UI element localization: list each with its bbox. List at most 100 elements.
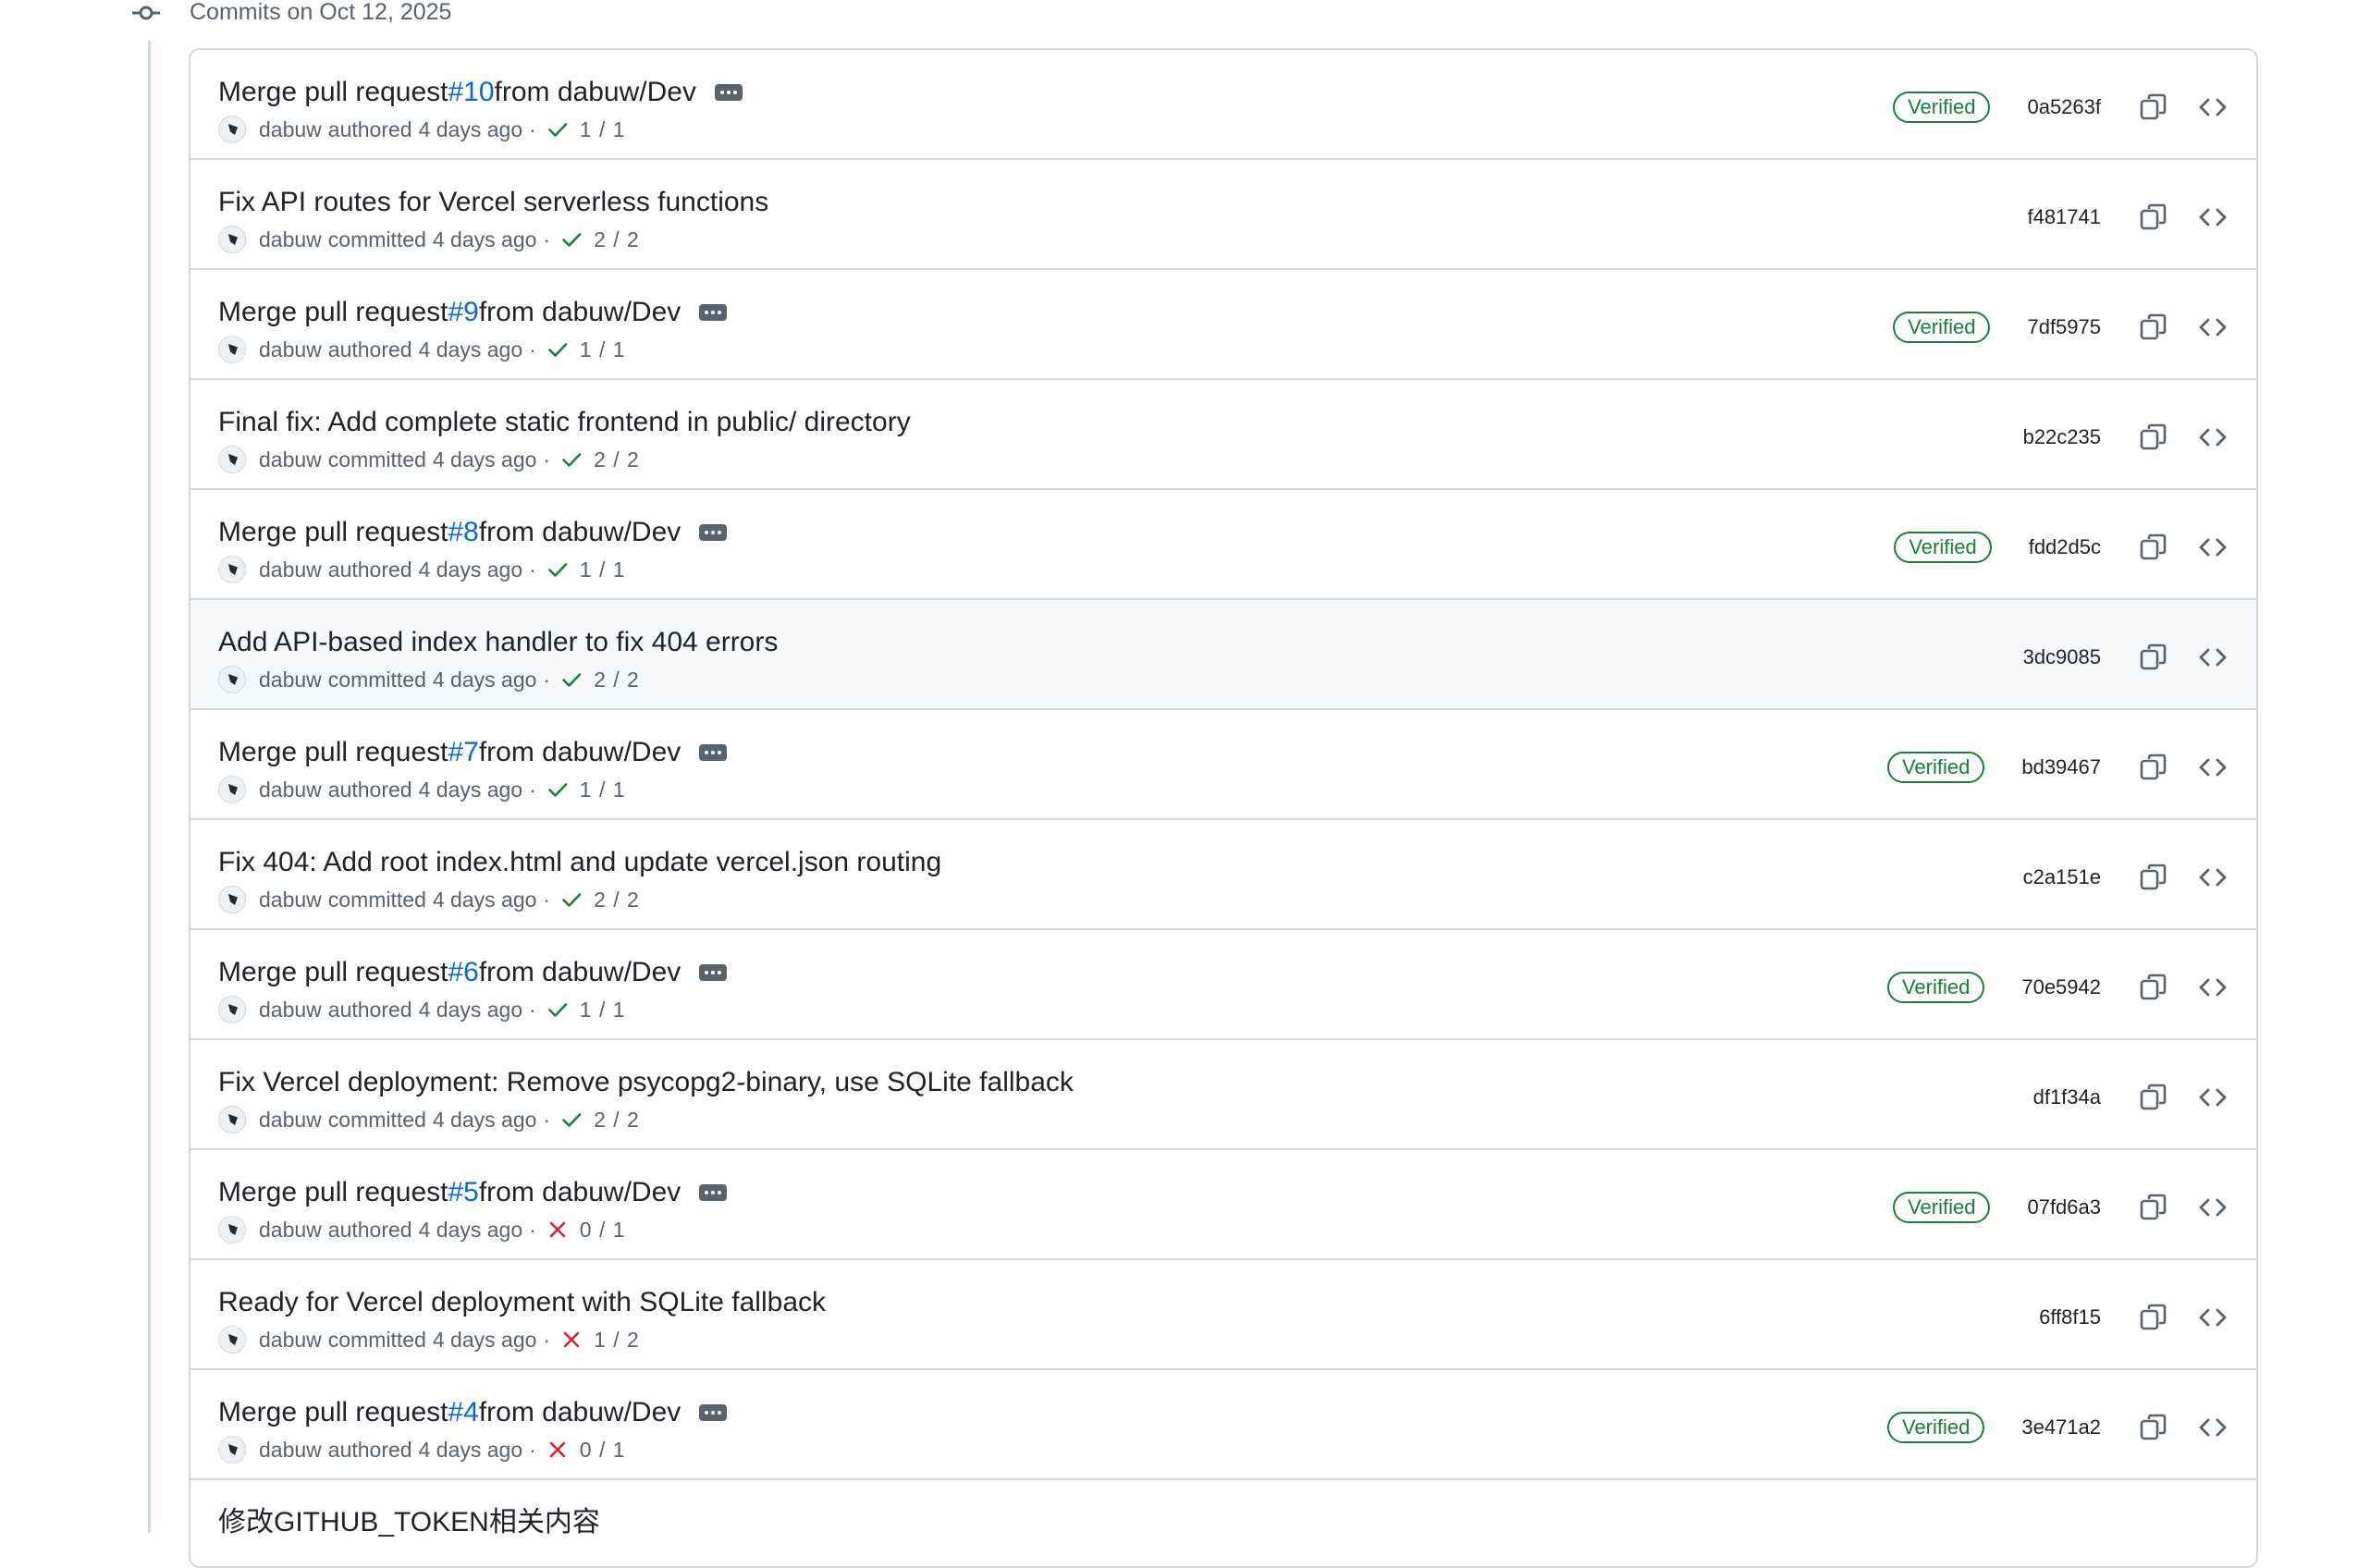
author-link[interactable]: dabuw	[259, 1437, 322, 1463]
copy-icon[interactable]	[2138, 972, 2169, 1003]
checks-count[interactable]: 1 / 1	[580, 997, 626, 1023]
avatar[interactable]	[218, 996, 246, 1023]
commit-sha-link[interactable]: b22c235	[2023, 422, 2101, 453]
commit-sha-link[interactable]: 0a5263f	[2027, 92, 2101, 123]
browse-code-icon[interactable]	[2197, 1192, 2229, 1223]
copy-icon[interactable]	[2138, 642, 2169, 673]
commit-sha-link[interactable]: 3e471a2	[2021, 1412, 2101, 1443]
copy-icon[interactable]	[2138, 752, 2169, 783]
verified-badge[interactable]: Verified	[1893, 92, 1991, 123]
avatar[interactable]	[218, 1326, 246, 1354]
x-icon[interactable]	[546, 1439, 569, 1461]
browse-code-icon[interactable]	[2197, 422, 2229, 453]
avatar[interactable]	[218, 1106, 246, 1133]
expand-description-button[interactable]	[699, 524, 728, 541]
commit-sha-link[interactable]: f481741	[2027, 202, 2101, 233]
copy-icon[interactable]	[2138, 532, 2169, 563]
commit-sha-link[interactable]: 6ff8f15	[2039, 1302, 2101, 1333]
copy-icon[interactable]	[2138, 1082, 2169, 1113]
commit-message-link[interactable]: Fix Vercel deployment: Remove psycopg2-b…	[218, 1065, 1074, 1100]
expand-description-button[interactable]	[699, 744, 728, 761]
expand-description-button[interactable]	[699, 964, 728, 981]
check-icon[interactable]	[560, 668, 583, 691]
check-icon[interactable]	[546, 558, 569, 581]
author-link[interactable]: dabuw	[259, 997, 322, 1023]
copy-icon[interactable]	[2138, 202, 2169, 233]
checks-count[interactable]: 2 / 2	[594, 447, 640, 472]
x-icon[interactable]	[560, 1329, 583, 1351]
check-icon[interactable]	[560, 888, 583, 911]
checks-count[interactable]: 2 / 2	[594, 227, 640, 252]
commit-message-link[interactable]: Merge pull request	[218, 735, 448, 770]
checks-count[interactable]: 2 / 2	[594, 887, 640, 913]
copy-icon[interactable]	[2138, 1192, 2169, 1223]
expand-description-button[interactable]	[714, 84, 743, 101]
avatar[interactable]	[218, 1436, 246, 1464]
browse-code-icon[interactable]	[2197, 862, 2229, 893]
author-link[interactable]: dabuw	[259, 887, 322, 913]
author-link[interactable]: dabuw	[259, 777, 322, 802]
checks-count[interactable]: 0 / 1	[580, 1217, 626, 1243]
browse-code-icon[interactable]	[2197, 1302, 2229, 1333]
avatar[interactable]	[218, 666, 246, 693]
browse-code-icon[interactable]	[2197, 642, 2229, 673]
commit-message-link[interactable]: from dabuw/Dev	[479, 1175, 681, 1210]
commit-message-link[interactable]: Fix 404: Add root index.html and update …	[218, 845, 941, 880]
check-icon[interactable]	[560, 228, 583, 251]
commit-sha-link[interactable]: 07fd6a3	[2027, 1192, 2101, 1223]
author-link[interactable]: dabuw	[259, 447, 322, 472]
pull-request-link[interactable]: #7	[448, 735, 478, 770]
pull-request-link[interactable]: #4	[448, 1395, 478, 1430]
checks-count[interactable]: 1 / 1	[580, 116, 626, 142]
browse-code-icon[interactable]	[2197, 1082, 2229, 1113]
avatar[interactable]	[218, 1216, 246, 1243]
browse-code-icon[interactable]	[2197, 532, 2229, 563]
commit-message-link[interactable]: from dabuw/Dev	[479, 1395, 681, 1430]
browse-code-icon[interactable]	[2197, 752, 2229, 783]
commit-sha-link[interactable]: df1f34a	[2033, 1082, 2101, 1113]
check-icon[interactable]	[546, 778, 569, 801]
browse-code-icon[interactable]	[2197, 312, 2229, 343]
author-link[interactable]: dabuw	[259, 227, 322, 252]
copy-icon[interactable]	[2138, 1412, 2169, 1443]
commit-sha-link[interactable]: 3dc9085	[2023, 642, 2101, 673]
commit-sha-link[interactable]: fdd2d5c	[2029, 532, 2101, 563]
copy-icon[interactable]	[2138, 312, 2169, 343]
expand-description-button[interactable]	[699, 304, 728, 321]
commit-message-link[interactable]: from dabuw/Dev	[479, 955, 681, 990]
author-link[interactable]: dabuw	[259, 667, 322, 692]
avatar[interactable]	[218, 776, 246, 803]
commit-message-link[interactable]: from dabuw/Dev	[479, 735, 681, 770]
copy-icon[interactable]	[2138, 422, 2169, 453]
commit-message-link[interactable]: from dabuw/Dev	[495, 75, 696, 110]
copy-icon[interactable]	[2138, 92, 2169, 123]
commit-message-link[interactable]: Merge pull request	[218, 75, 448, 110]
checks-count[interactable]: 2 / 2	[594, 1107, 640, 1133]
avatar[interactable]	[218, 336, 246, 363]
pull-request-link[interactable]: #5	[448, 1175, 478, 1210]
verified-badge[interactable]: Verified	[1886, 972, 1985, 1003]
checks-count[interactable]: 1 / 2	[594, 1327, 640, 1353]
verified-badge[interactable]: Verified	[1886, 1412, 1985, 1443]
browse-code-icon[interactable]	[2197, 972, 2229, 1003]
commit-sha-link[interactable]: 70e5942	[2021, 972, 2101, 1003]
copy-icon[interactable]	[2138, 1302, 2169, 1333]
author-link[interactable]: dabuw	[259, 1217, 322, 1243]
avatar[interactable]	[218, 556, 246, 583]
browse-code-icon[interactable]	[2197, 1412, 2229, 1443]
author-link[interactable]: dabuw	[259, 116, 322, 142]
expand-description-button[interactable]	[699, 1404, 728, 1421]
check-icon[interactable]	[560, 1109, 583, 1131]
check-icon[interactable]	[546, 118, 569, 141]
commit-message-link[interactable]: Merge pull request	[218, 955, 448, 990]
copy-icon[interactable]	[2138, 862, 2169, 893]
verified-badge[interactable]: Verified	[1894, 532, 1992, 563]
checks-count[interactable]: 1 / 1	[580, 777, 626, 802]
author-link[interactable]: dabuw	[259, 1107, 322, 1133]
checks-count[interactable]: 1 / 1	[580, 337, 626, 362]
check-icon[interactable]	[546, 998, 569, 1021]
commit-message-link[interactable]: Merge pull request	[218, 295, 448, 330]
pull-request-link[interactable]: #8	[448, 515, 478, 550]
commit-sha-link[interactable]: 7df5975	[2027, 312, 2101, 343]
browse-code-icon[interactable]	[2197, 92, 2229, 123]
